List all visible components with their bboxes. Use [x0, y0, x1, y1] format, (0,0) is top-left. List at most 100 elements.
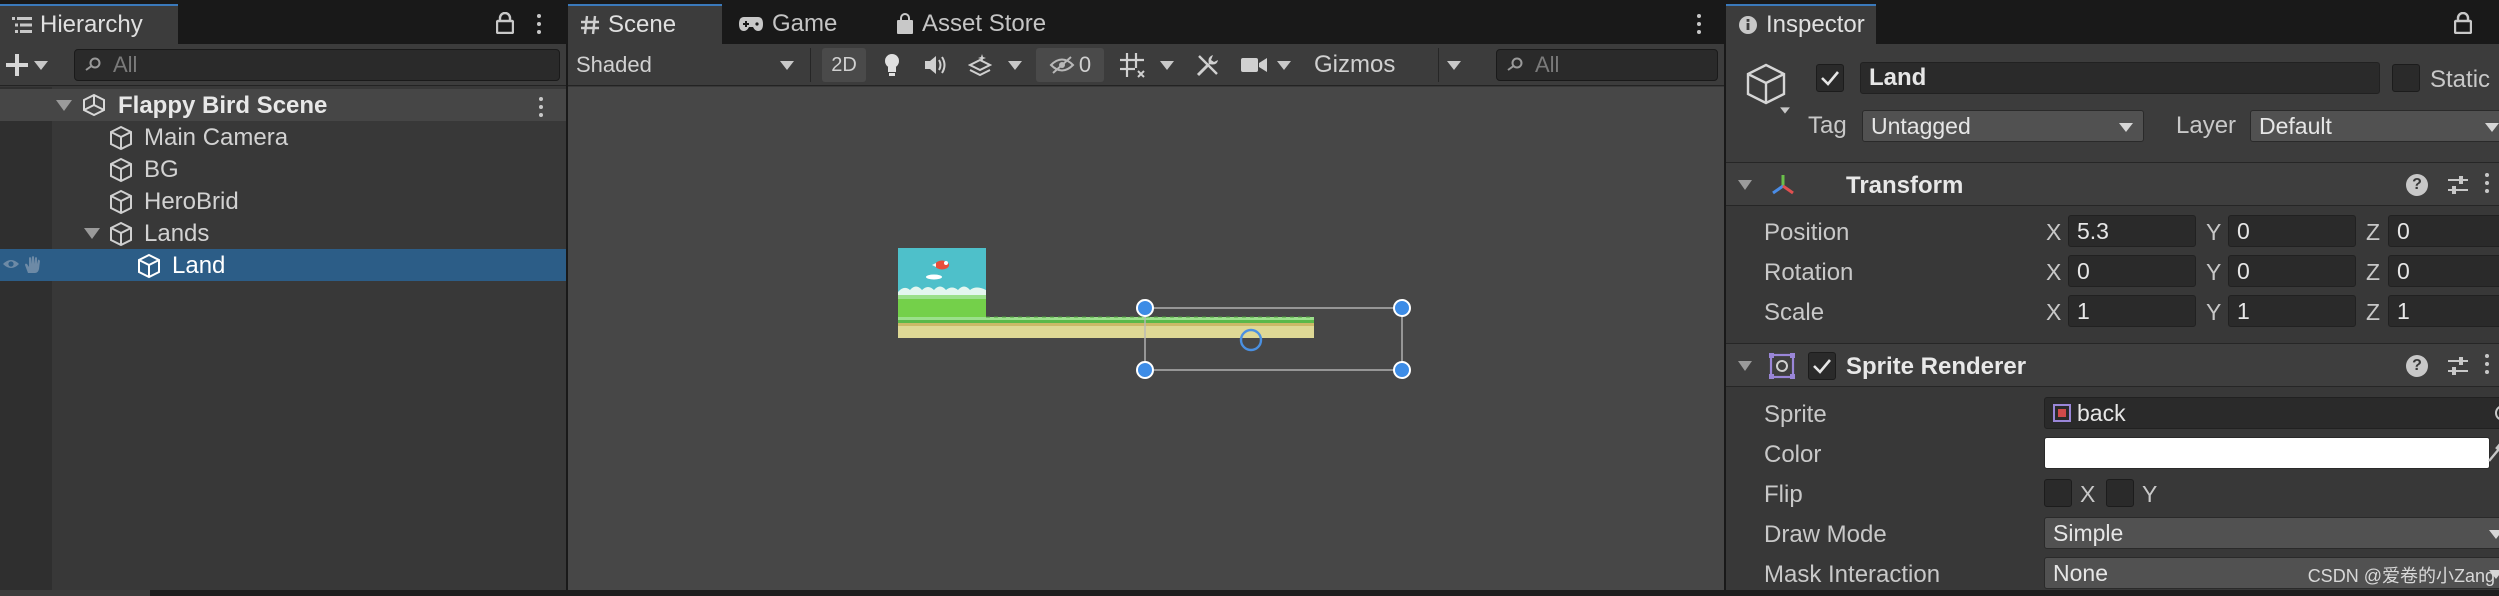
fold-arrow-icon[interactable] — [1738, 180, 1752, 190]
gizmos-label: Gizmos — [1314, 51, 1396, 78]
list-item-selected[interactable]: Land — [0, 249, 566, 281]
list-item[interactable]: Main Camera — [0, 121, 566, 153]
rotation-z-field[interactable]: 0 — [2388, 255, 2499, 287]
tab-scene-label: Scene — [608, 11, 677, 38]
sprite-renderer-title: Sprite Renderer — [1846, 353, 2027, 380]
hierarchy-tabbar: Hierarchy — [0, 0, 566, 44]
position-y-field[interactable]: 0 — [2228, 215, 2356, 247]
scene-root-row[interactable]: Flappy Bird Scene — [0, 89, 566, 121]
help-icon[interactable]: ? — [2406, 174, 2428, 196]
help-icon[interactable]: ? — [2406, 355, 2428, 377]
hierarchy-menu-icon[interactable] — [534, 14, 544, 34]
effects-toggle[interactable] — [960, 44, 1000, 86]
hierarchy-search-field[interactable] — [74, 49, 560, 81]
resize-handle[interactable] — [1136, 299, 1154, 317]
rect-transform-gizmo[interactable] — [1136, 299, 1411, 379]
grid-dropdown[interactable] — [1154, 44, 1180, 86]
info-icon — [1738, 15, 1758, 35]
lock-icon[interactable] — [496, 12, 514, 34]
layer-dropdown[interactable]: Default — [2250, 110, 2499, 142]
pickable-hand-icon[interactable] — [22, 255, 42, 275]
tab-asset-store[interactable]: Asset Store — [884, 4, 1072, 44]
fold-arrow-icon[interactable] — [1738, 361, 1752, 371]
resize-handle[interactable] — [1136, 361, 1154, 379]
scene-fold-icon[interactable] — [56, 100, 72, 111]
scene-viewport[interactable] — [568, 87, 1724, 590]
mask-interaction-value: None — [2053, 559, 2108, 586]
object-picker-icon[interactable] — [2493, 403, 2499, 423]
component-menu-icon[interactable] — [2482, 354, 2492, 374]
scene-canvas[interactable] — [568, 87, 1724, 590]
hidden-objects-toggle[interactable]: 0 — [1036, 48, 1104, 82]
scene-search-field[interactable] — [1496, 49, 1718, 81]
component-menu-icon[interactable] — [2482, 173, 2492, 193]
color-swatch[interactable] — [2044, 437, 2490, 469]
scene-menu-icon[interactable] — [1694, 14, 1704, 34]
tab-game[interactable]: Game — [726, 4, 850, 44]
shading-mode-dropdown[interactable]: Shaded — [568, 44, 804, 86]
resize-handle[interactable] — [1393, 361, 1411, 379]
camera-dropdown[interactable] — [1272, 44, 1296, 86]
lighting-toggle[interactable] — [872, 44, 912, 86]
list-item-label: Lands — [144, 220, 210, 247]
camera-toggle[interactable] — [1234, 44, 1274, 86]
sprite-object-field[interactable]: back — [2044, 397, 2499, 429]
resize-handle[interactable] — [1393, 299, 1411, 317]
lock-icon[interactable] — [2454, 12, 2472, 34]
add-icon[interactable] — [4, 52, 30, 78]
scale-x-field[interactable]: 1 — [2068, 295, 2196, 327]
axis-z-label: Z — [2366, 219, 2381, 245]
flip-x-checkbox[interactable] — [2044, 479, 2072, 507]
rotation-y-field[interactable]: 0 — [2228, 255, 2356, 287]
scene-menu-icon[interactable] — [536, 97, 546, 117]
transform-header[interactable]: Transform ? — [1726, 162, 2499, 206]
gizmos-dropdown[interactable] — [1440, 44, 1468, 86]
position-x-field[interactable]: 5.3 — [2068, 215, 2196, 247]
checkmark-icon — [1813, 359, 1831, 374]
tab-scene[interactable]: Scene — [568, 4, 722, 44]
add-dropdown-caret-icon[interactable] — [34, 61, 48, 70]
active-checkbox[interactable] — [1816, 64, 1844, 92]
sprite-asset-icon — [2053, 404, 2071, 422]
effects-dropdown[interactable] — [1002, 44, 1028, 86]
tag-dropdown[interactable]: Untagged — [1862, 110, 2144, 142]
tools-toggle[interactable] — [1188, 44, 1228, 86]
list-item[interactable]: HeroBrid — [0, 185, 566, 217]
sprite-renderer-header[interactable]: Sprite Renderer ? — [1726, 343, 2499, 387]
scene-search-input[interactable] — [1535, 52, 1717, 78]
watermark-text: CSDN @爱卷的小Zang — [2307, 566, 2495, 586]
gizmos-button[interactable]: Gizmos — [1306, 44, 1426, 86]
scale-y-field[interactable]: 1 — [2228, 295, 2356, 327]
static-checkbox[interactable] — [2392, 64, 2420, 92]
sprite-renderer-enabled-checkbox[interactable] — [1808, 352, 1836, 380]
draw-mode-dropdown[interactable]: Simple — [2044, 517, 2499, 549]
shading-mode-label: Shaded — [576, 52, 652, 77]
list-item[interactable]: BG — [0, 153, 566, 185]
visibility-eye-icon[interactable] — [2, 257, 20, 271]
layer-label: Layer — [2176, 112, 2237, 139]
object-name-field[interactable]: Land — [1860, 62, 2380, 94]
position-label: Position — [1764, 219, 1850, 246]
mode-2d-toggle[interactable]: 2D — [822, 48, 866, 82]
chevron-down-icon — [1277, 60, 1291, 70]
position-z-field[interactable]: 0 — [2388, 215, 2499, 247]
fold-arrow-icon[interactable] — [84, 228, 100, 239]
preset-sliders-icon[interactable] — [2446, 354, 2470, 378]
bg-sprite[interactable] — [898, 248, 986, 319]
tab-hierarchy[interactable]: Hierarchy — [0, 4, 178, 44]
scale-z-field[interactable]: 1 — [2388, 295, 2499, 327]
flip-y-checkbox[interactable] — [2106, 479, 2134, 507]
rotation-x-field[interactable]: 0 — [2068, 255, 2196, 287]
tab-inspector[interactable]: Inspector — [1726, 4, 1876, 44]
list-item[interactable]: Lands — [0, 217, 566, 249]
icon-dropdown-caret-icon[interactable] — [1780, 107, 1790, 114]
chevron-down-icon — [1447, 60, 1461, 70]
hierarchy-search-input[interactable] — [113, 52, 559, 78]
preset-sliders-icon[interactable] — [2446, 173, 2470, 197]
land-sprite[interactable] — [898, 316, 1314, 338]
eyedropper-icon[interactable] — [2486, 441, 2499, 463]
audio-toggle[interactable] — [916, 44, 956, 86]
grid-toggle[interactable] — [1112, 44, 1152, 86]
bottom-scroll-indicator[interactable] — [0, 590, 150, 596]
axis-z-label: Z — [2366, 299, 2381, 325]
